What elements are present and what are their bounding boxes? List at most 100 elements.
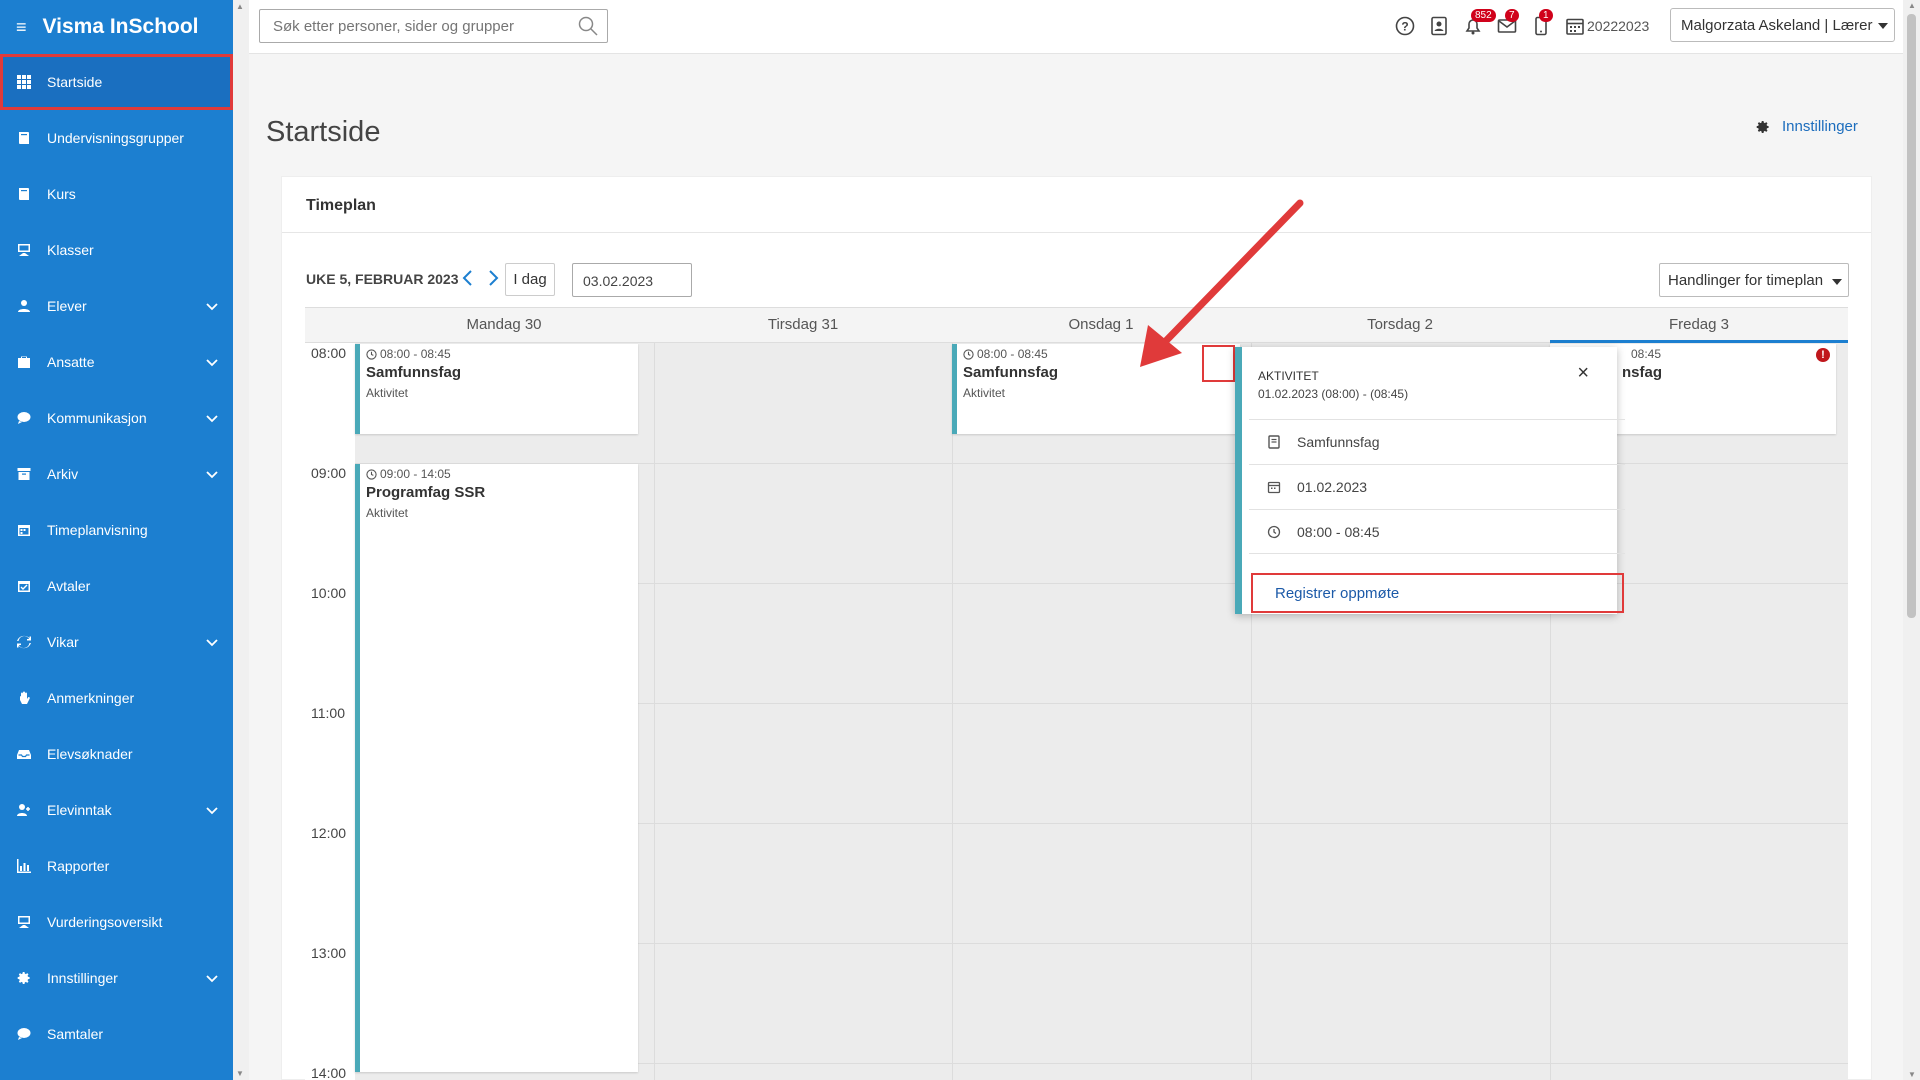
chat-icon (17, 1027, 31, 1041)
hamburger-menu-icon[interactable]: ≡ (16, 17, 27, 38)
sidebar-item-label: Elever (47, 298, 87, 314)
day-header-monday[interactable]: Mandag 30 (355, 308, 653, 342)
search-box[interactable] (259, 9, 608, 43)
timeplan-actions-label: Handlinger for timeplan (1668, 272, 1824, 289)
sidebar-item-label: Vikar (47, 634, 79, 650)
archive-icon (17, 467, 31, 481)
timeplan-actions-dropdown[interactable]: Handlinger for timeplan (1659, 263, 1849, 297)
clock-icon (366, 348, 377, 360)
today-button[interactable]: I dag (505, 263, 555, 296)
sidebar-item-avtaler[interactable]: Avtaler (0, 558, 233, 614)
day-header-thursday[interactable]: Torsdag 2 (1251, 308, 1549, 342)
register-attendance-button[interactable]: Registrer oppmøte (1251, 573, 1624, 613)
sidebar-header: ≡ Visma InSchool (0, 0, 233, 54)
calendar-year-icon[interactable] (1565, 16, 1585, 36)
next-week-button[interactable] (484, 267, 502, 289)
search-icon[interactable] (578, 16, 598, 36)
sidebar-item-kurs[interactable]: Kurs (0, 166, 233, 222)
notifications-bell-icon[interactable]: 852 (1463, 9, 1496, 36)
event-type: Aktivitet (963, 386, 1006, 400)
sidebar-item-startside[interactable]: Startside (0, 54, 233, 110)
time-label: 13:00 (311, 945, 347, 961)
book-icon (17, 131, 31, 145)
chevron-down-icon[interactable] (205, 467, 219, 481)
scrollbar-thumb[interactable] (1907, 14, 1916, 618)
chat-icon (17, 411, 31, 425)
sidebar-item-innstillinger[interactable]: Innstillinger (0, 950, 233, 1006)
event-details-popup: AKTIVITET 01.02.2023 (08:00) - (08:45) ×… (1235, 347, 1625, 614)
sidebar-item-label: Klasser (47, 242, 94, 258)
sidebar-scrollbar[interactable]: ▲ ▼ (233, 0, 249, 1080)
popup-subject: Samfunnsfag (1297, 434, 1380, 450)
clock-icon (963, 348, 974, 360)
sidebar-item-anmerkninger[interactable]: Anmerkninger (0, 670, 233, 726)
prev-week-button[interactable] (459, 267, 477, 289)
timeplan-title: Timeplan (306, 197, 376, 214)
event-name: Programfag SSR (366, 484, 486, 501)
sidebar-item-label: Ansatte (47, 354, 95, 370)
search-input[interactable] (260, 10, 560, 42)
sidebar-item-kommunikasjon[interactable]: Kommunikasjon (0, 390, 233, 446)
chevron-down-icon (1878, 23, 1888, 29)
sidebar-item-klasser[interactable]: Klasser (0, 222, 233, 278)
scroll-up-arrow-icon[interactable]: ▲ (1908, 1, 1916, 10)
school-year[interactable]: 20222023 (1587, 18, 1649, 34)
calendar-event[interactable]: 09:00 - 14:05 Programfag SSR Aktivitet (355, 464, 638, 1072)
chevron-down-icon[interactable] (205, 635, 219, 649)
calendar-header: Mandag 30 Tirsdag 31 Onsdag 1 Torsdag 2 … (305, 307, 1848, 343)
sidebar-item-arkiv[interactable]: Arkiv (0, 446, 233, 502)
sidebar-item-rapporter[interactable]: Rapporter (0, 838, 233, 894)
user-role-select[interactable]: Malgorzata Askeland | Lærer (1670, 8, 1895, 42)
date-field[interactable]: 03.02.2023 (572, 263, 692, 297)
sidebar-item-elever[interactable]: Elever (0, 278, 233, 334)
sidebar-item-vurderingsoversikt[interactable]: Vurderingsoversikt (0, 894, 233, 950)
contacts-icon[interactable] (1429, 16, 1449, 36)
sidebar-item-timeplanvisning[interactable]: Timeplanvisning (0, 502, 233, 558)
chevron-down-icon[interactable] (205, 299, 219, 313)
calendar-event[interactable]: 08:00 - 08:45 Samfunnsfag Aktivitet (952, 344, 1240, 434)
chevron-down-icon[interactable] (205, 971, 219, 985)
chevron-down-icon[interactable] (205, 803, 219, 817)
sidebar-item-label: Elevsøknader (47, 746, 133, 762)
event-type: Aktivitet (366, 506, 409, 520)
settings-link[interactable]: Innstillinger (1756, 118, 1858, 135)
scroll-down-arrow-icon[interactable]: ▼ (1908, 1070, 1916, 1079)
sidebar-item-ansatte[interactable]: Ansatte (0, 334, 233, 390)
book-icon (17, 187, 31, 201)
chevron-left-icon (462, 270, 472, 286)
chevron-down-icon[interactable] (205, 355, 219, 369)
mobile-icon[interactable]: 1 (1531, 9, 1553, 36)
sidebar-item-undervisningsgrupper[interactable]: Undervisningsgrupper (0, 110, 233, 166)
presentation-icon (17, 915, 31, 929)
popup-time-row: 08:00 - 08:45 (1249, 509, 1625, 554)
time-label: 09:00 (311, 465, 347, 481)
presentation-icon (17, 243, 31, 257)
warning-icon: ! (1816, 348, 1830, 362)
day-header-tuesday[interactable]: Tirsdag 31 (654, 308, 952, 342)
sidebar-item-elevs-knader[interactable]: Elevsøknader (0, 726, 233, 782)
scroll-up-arrow-icon[interactable]: ▲ (236, 2, 244, 11)
sidebar-item-elevinntak[interactable]: Elevinntak (0, 782, 233, 838)
day-header-wednesday[interactable]: Onsdag 1 (952, 308, 1250, 342)
gear-icon (17, 971, 31, 985)
chevron-down-icon[interactable] (205, 411, 219, 425)
sidebar-item-samtaler[interactable]: Samtaler (0, 1006, 233, 1062)
book-icon (1268, 435, 1280, 449)
event-name: Samfunnsfag (366, 364, 462, 381)
help-icon[interactable]: ? (1395, 16, 1415, 36)
scroll-down-arrow-icon[interactable]: ▼ (236, 1069, 244, 1078)
day-header-friday[interactable]: Fredag 3 (1550, 308, 1848, 343)
refresh-icon (17, 635, 31, 649)
time-label: 14:00 (311, 1065, 347, 1080)
page-scrollbar[interactable]: ▲ ▼ (1903, 0, 1920, 1080)
notifications-badge: 852 (1471, 9, 1496, 22)
time-label: 12:00 (311, 825, 347, 841)
close-icon[interactable]: × (1577, 362, 1589, 385)
app-title[interactable]: Visma InSchool (43, 15, 199, 39)
user-role-label: Malgorzata Askeland | Lærer (1681, 17, 1873, 34)
sidebar-item-vikar[interactable]: Vikar (0, 614, 233, 670)
topbar: ? 852 7 1 20222023 Malgorzata Askeland |… (249, 0, 1903, 54)
calendar-event[interactable]: 08:00 - 08:45 Samfunnsfag Aktivitet (355, 344, 638, 434)
day-divider (952, 343, 953, 1080)
mail-icon[interactable]: 7 (1497, 9, 1519, 36)
